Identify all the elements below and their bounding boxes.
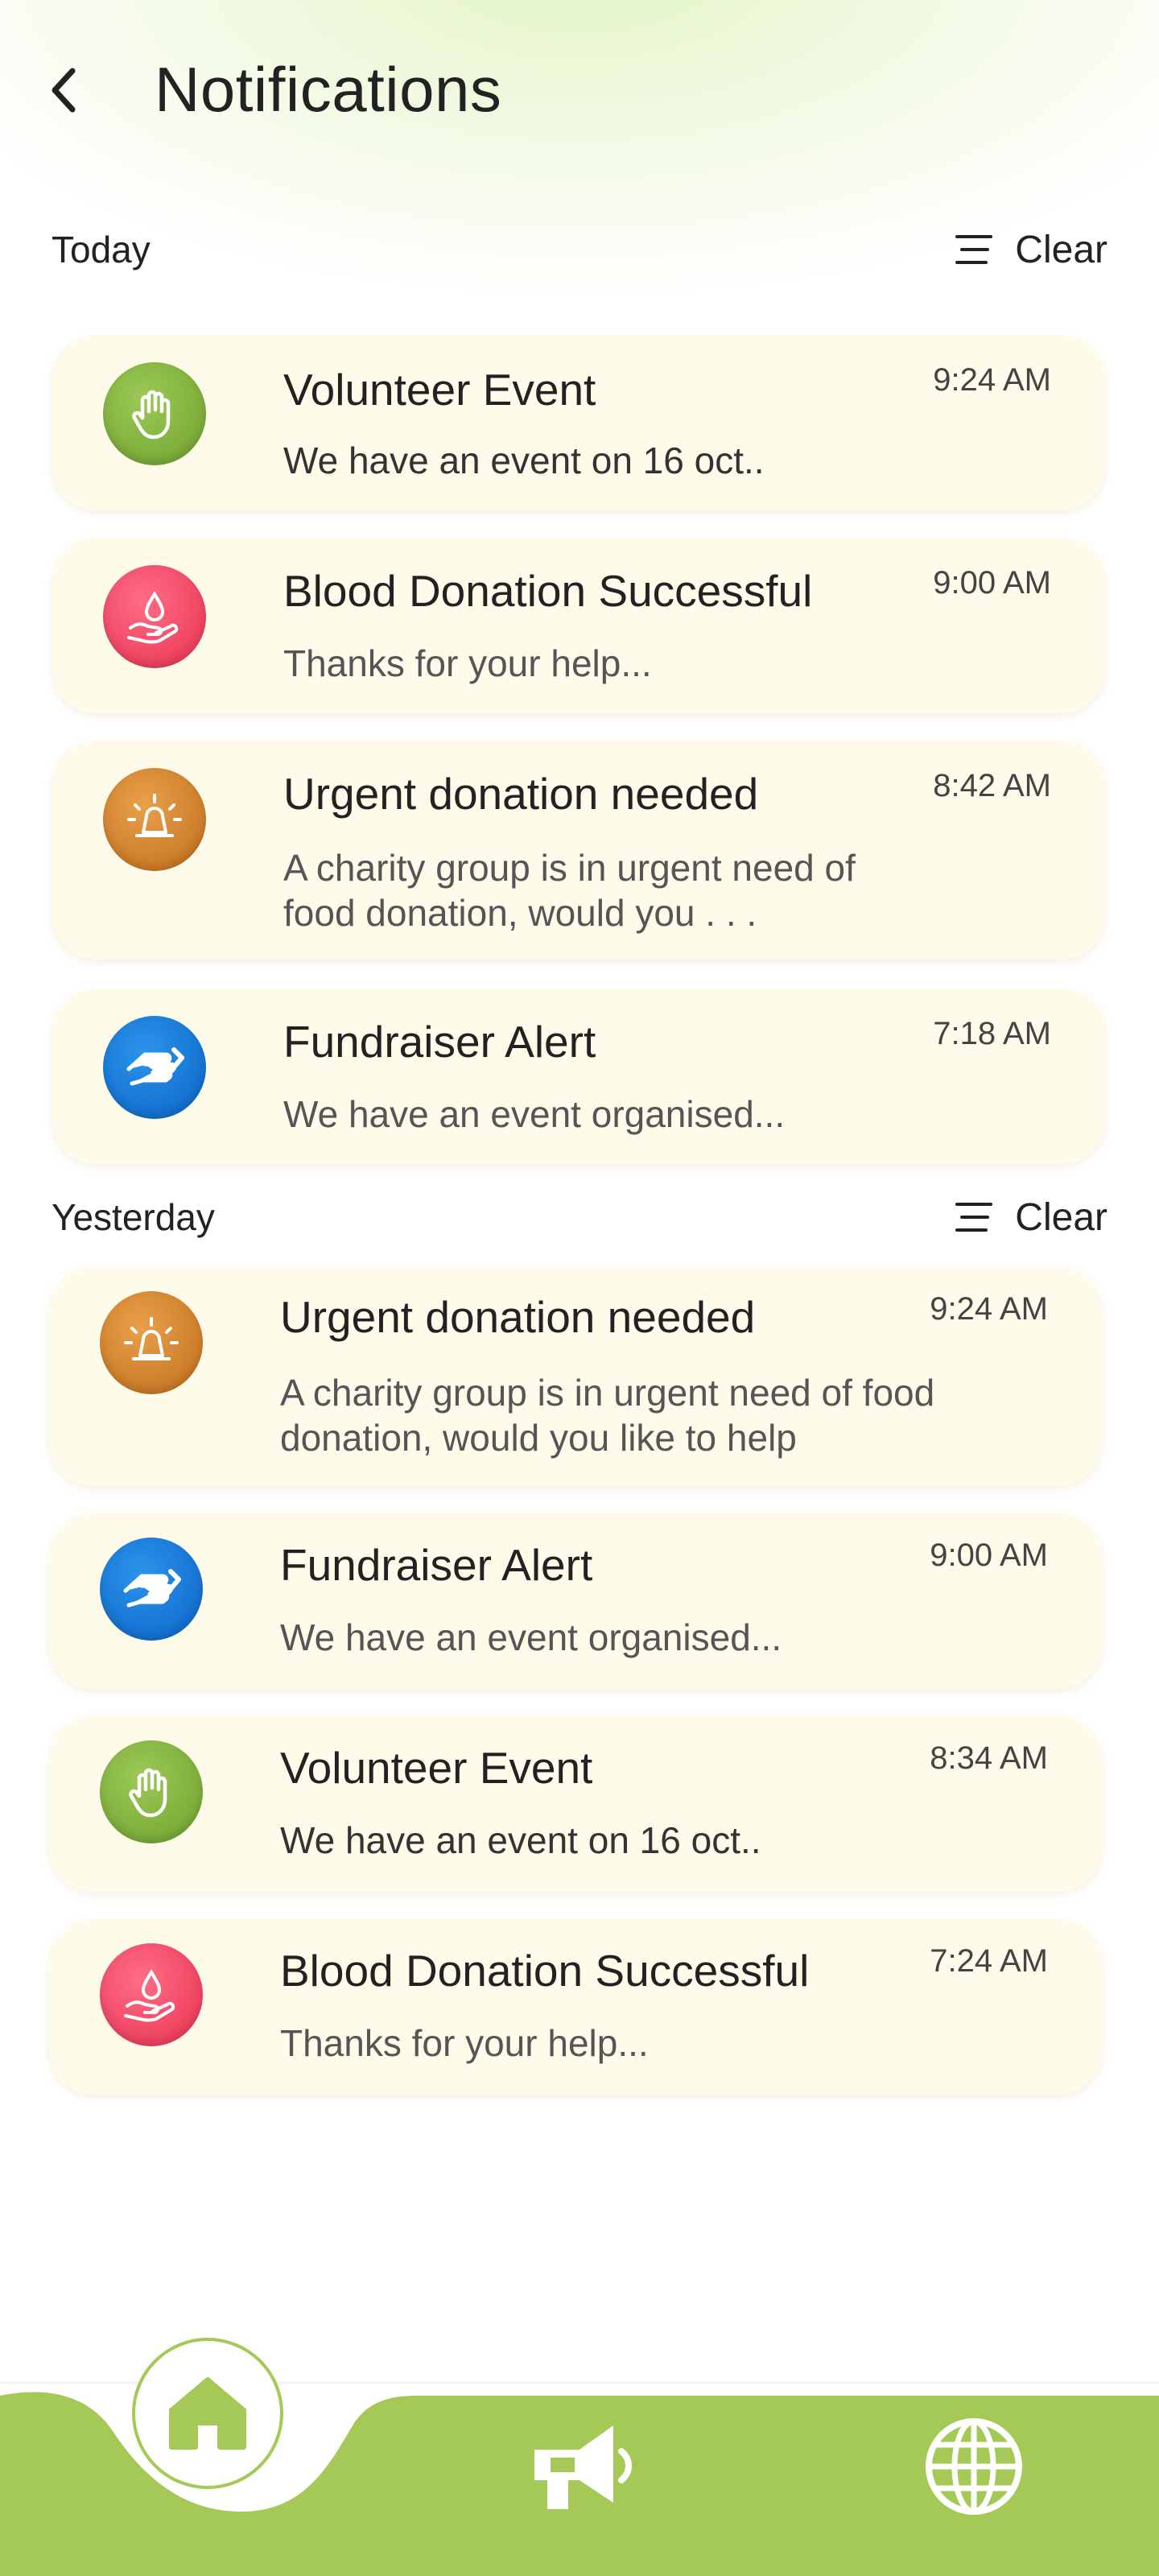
notification-body: A charity group is in urgent need of foo…: [280, 1372, 935, 1459]
notification-title: Urgent donation needed: [283, 769, 759, 819]
notification-time: 9:24 AM: [933, 362, 1051, 398]
back-button[interactable]: [39, 56, 90, 124]
notification-body: Thanks for your help...: [280, 2022, 649, 2064]
raised-hand-icon: [100, 1740, 203, 1843]
header: Notifications: [0, 0, 1159, 185]
section-header-yesterday: Yesterday Clear: [52, 1185, 1107, 1249]
siren-icon: [100, 1291, 203, 1394]
blood-drop-hand-icon: [103, 565, 206, 668]
nav-home-button[interactable]: [132, 2338, 283, 2489]
section-header-today: Today Clear: [52, 217, 1107, 282]
notification-card[interactable]: Urgent donation needed 9:24 AM A charity…: [48, 1267, 1103, 1486]
notification-card[interactable]: Fundraiser Alert 7:18 AM We have an even…: [52, 989, 1106, 1164]
notification-time: 8:42 AM: [933, 768, 1051, 803]
clear-today-button[interactable]: Clear: [954, 228, 1107, 272]
clear-label: Clear: [1015, 228, 1107, 271]
notification-card[interactable]: Volunteer Event 8:34 AM We have an event…: [48, 1716, 1103, 1892]
notification-card[interactable]: Blood Donation Successful 9:00 AM Thanks…: [52, 538, 1106, 713]
notification-body: We have an event organised...: [280, 1616, 782, 1658]
notification-body: A charity group is in urgent need of foo…: [283, 847, 856, 934]
notification-body: Thanks for your help...: [283, 642, 652, 684]
notification-title: Volunteer Event: [283, 365, 596, 415]
notification-body: We have an event on 16 oct..: [283, 440, 765, 481]
clear-list-icon: [955, 235, 993, 264]
notification-card[interactable]: Urgent donation needed 8:42 AM A charity…: [52, 741, 1106, 960]
nav-globe-button[interactable]: [909, 2402, 1038, 2531]
clear-yesterday-button[interactable]: Clear: [954, 1195, 1107, 1240]
notification-time: 9:00 AM: [930, 1538, 1048, 1573]
chevron-left-icon: [52, 68, 76, 113]
blood-drop-hand-icon: [100, 1943, 203, 2046]
notification-title: Volunteer Event: [280, 1743, 593, 1793]
notification-title: Blood Donation Successful: [280, 1946, 810, 1996]
handshake-icon: [100, 1538, 203, 1641]
notification-time: 8:34 AM: [930, 1740, 1048, 1776]
notification-title: Urgent donation needed: [280, 1292, 756, 1342]
clear-list-icon: [955, 1203, 993, 1232]
notification-body: We have an event on 16 oct..: [280, 1819, 761, 1861]
notification-title: Blood Donation Successful: [283, 566, 813, 616]
notification-time: 7:24 AM: [930, 1943, 1048, 1979]
globe-icon: [926, 2418, 1022, 2515]
clear-label: Clear: [1015, 1195, 1107, 1239]
raised-hand-icon: [103, 362, 206, 465]
megaphone-icon: [534, 2425, 632, 2509]
page-title: Notifications: [155, 54, 502, 125]
notification-time: 9:00 AM: [933, 565, 1051, 601]
siren-icon: [103, 768, 206, 871]
notification-card[interactable]: Blood Donation Successful 7:24 AM Thanks…: [48, 1919, 1103, 2095]
notification-title: Fundraiser Alert: [283, 1017, 596, 1067]
notification-title: Fundraiser Alert: [280, 1540, 593, 1590]
home-icon: [169, 2377, 246, 2450]
notification-card[interactable]: Fundraiser Alert 9:00 AM We have an even…: [48, 1513, 1103, 1689]
section-label: Yesterday: [52, 1196, 215, 1238]
handshake-icon: [103, 1016, 206, 1119]
notification-body: We have an event organised...: [283, 1093, 786, 1135]
nav-announcements-button[interactable]: [515, 2402, 644, 2531]
notification-card[interactable]: Volunteer Event 9:24 AM We have an event…: [52, 335, 1106, 510]
notification-time: 7:18 AM: [933, 1016, 1051, 1051]
section-label: Today: [52, 229, 151, 270]
notification-time: 9:24 AM: [930, 1291, 1048, 1327]
